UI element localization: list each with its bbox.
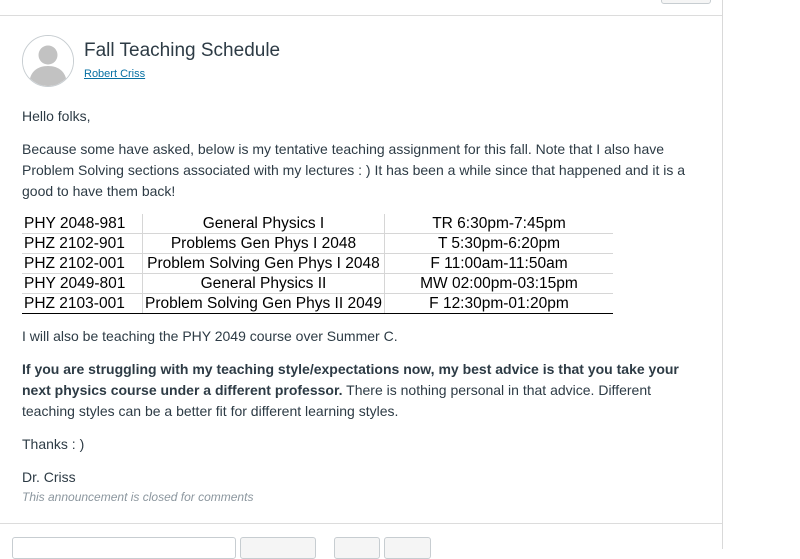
page-title: Fall Teaching Schedule: [84, 40, 281, 61]
default-user-avatar-icon: [23, 36, 73, 86]
course-name-cell: General Physics I: [142, 214, 385, 234]
course-time-cell: MW 02:00pm-03:15pm: [384, 273, 613, 294]
table-row: PHY 2048-981 General Physics I TR 6:30pm-7…: [22, 214, 613, 234]
announcement-panel: Fall Teaching Schedule Robert Criss Hell…: [0, 0, 723, 559]
intro-paragraph: Because some have asked, below is my ten…: [22, 141, 686, 199]
schedule-table: PHY 2048-981 General Physics I TR 6:30pm-7…: [22, 214, 613, 314]
signature: Dr. Criss: [22, 469, 76, 485]
footer-button-3[interactable]: [384, 537, 431, 559]
thanks-text: Thanks : ): [22, 436, 85, 452]
table-row: PHY 2049-801 General Physics II MW 02:00pm…: [22, 273, 613, 294]
course-code-cell: PHZ 2103-001: [22, 293, 143, 314]
comments-closed-notice: This announcement is closed for comments: [22, 490, 254, 504]
course-code-cell: PHZ 2102-001: [22, 253, 143, 274]
toolbar-button-partial[interactable]: [661, 0, 711, 4]
course-name-cell: General Physics II: [142, 273, 385, 294]
course-time-cell: F 11:00am-11:50am: [384, 253, 613, 274]
course-name-cell: Problem Solving Gen Phys I 2048: [142, 253, 385, 274]
course-time-cell: T 5:30pm-6:20pm: [384, 233, 613, 254]
course-time-cell: F 12:30pm-01:20pm: [384, 293, 613, 314]
course-name-cell: Problem Solving Gen Phys II 2049: [142, 293, 385, 314]
course-code-cell: PHY 2049-801: [22, 273, 143, 294]
footer-button-2[interactable]: [334, 537, 380, 559]
course-code-cell: PHY 2048-981: [22, 214, 143, 234]
table-row: PHZ 2102-901 Problems Gen Phys I 2048 T 5:…: [22, 233, 613, 254]
reply-input-partial[interactable]: [12, 537, 236, 559]
table-row: PHZ 2102-001 Problem Solving Gen Phys I 2…: [22, 253, 613, 274]
top-divider: [0, 15, 722, 16]
course-time-cell: TR 6:30pm-7:45pm: [384, 214, 613, 234]
summer-note: I will also be teaching the PHY 2049 cou…: [22, 328, 398, 344]
bottom-divider: [0, 523, 722, 524]
course-code-cell: PHZ 2102-901: [22, 233, 143, 254]
advice-paragraph: If you are struggling with my teaching s…: [22, 359, 702, 422]
table-row: PHZ 2103-001 Problem Solving Gen Phys II …: [22, 293, 613, 314]
avatar[interactable]: [22, 35, 74, 87]
greeting-text: Hello folks,: [22, 108, 91, 124]
course-name-cell: Problems Gen Phys I 2048: [142, 233, 385, 254]
announcement-body: Hello folks, Because some have asked, be…: [22, 106, 702, 506]
footer-button-1[interactable]: [240, 537, 316, 559]
author-link[interactable]: Robert Criss: [84, 68, 145, 80]
